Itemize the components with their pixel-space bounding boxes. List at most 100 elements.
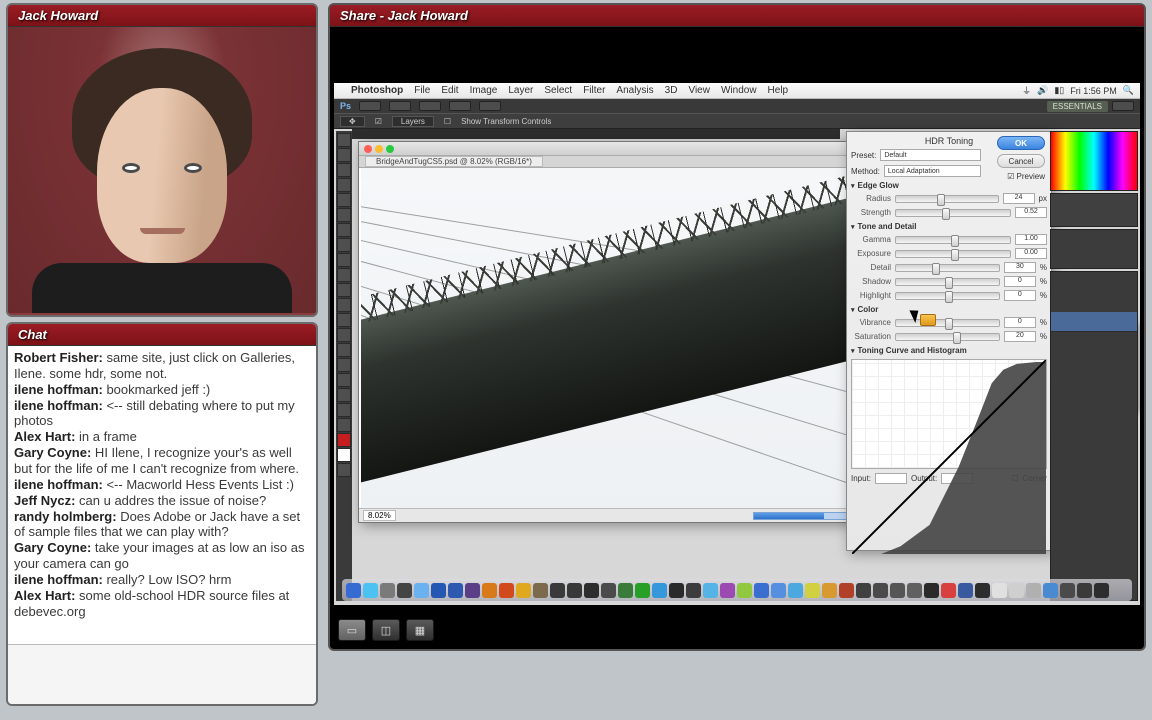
zoom-level-button[interactable] xyxy=(419,101,441,111)
menu-analysis[interactable]: Analysis xyxy=(616,85,653,96)
detail-slider[interactable] xyxy=(895,264,1000,272)
adjustments-panel[interactable] xyxy=(1050,229,1138,269)
section-tone-detail[interactable]: Tone and Detail xyxy=(851,222,1047,231)
history-brush-tool[interactable] xyxy=(337,268,351,282)
arrange-docs-button[interactable] xyxy=(449,101,471,111)
dock-app-24[interactable] xyxy=(754,583,769,598)
dock-app-11[interactable] xyxy=(533,583,548,598)
dodge-tool[interactable] xyxy=(337,328,351,342)
layer-row[interactable] xyxy=(1051,312,1137,332)
shape-tool[interactable] xyxy=(337,388,351,402)
dock-app-32[interactable] xyxy=(890,583,905,598)
dock-app-14[interactable] xyxy=(584,583,599,598)
color-panel[interactable] xyxy=(1050,131,1138,191)
zoom-tool[interactable] xyxy=(337,418,351,432)
saturation-value[interactable]: 20 xyxy=(1004,331,1036,342)
dock-app-40[interactable] xyxy=(1026,583,1041,598)
dock-app-20[interactable] xyxy=(686,583,701,598)
gamma-value[interactable]: 1.00 xyxy=(1015,234,1047,245)
highlight-slider[interactable] xyxy=(895,292,1000,300)
dock-app-38[interactable] xyxy=(992,583,1007,598)
saturation-slider[interactable] xyxy=(895,333,1000,341)
section-edge-glow[interactable]: Edge Glow xyxy=(851,181,1047,190)
dock-app-0[interactable] xyxy=(346,583,361,598)
view-grid-button[interactable]: ▦ xyxy=(406,619,434,641)
stamp-tool[interactable] xyxy=(337,253,351,267)
wifi-icon[interactable]: ⏚ xyxy=(1022,84,1031,97)
menu-edit[interactable]: Edit xyxy=(441,85,458,96)
dock-app-3[interactable] xyxy=(397,583,412,598)
method-dropdown[interactable]: Local Adaptation xyxy=(884,165,981,177)
zoom-field[interactable]: 8.02% xyxy=(363,510,396,521)
vibrance-slider[interactable] xyxy=(895,319,1000,327)
dock-app-15[interactable] xyxy=(601,583,616,598)
healing-tool[interactable] xyxy=(337,223,351,237)
doc-titlebar[interactable] xyxy=(359,142,887,156)
launch-bridge-button[interactable] xyxy=(359,101,381,111)
dock-app-21[interactable] xyxy=(703,583,718,598)
menu-3d[interactable]: 3D xyxy=(665,85,678,96)
hand-tool[interactable] xyxy=(337,403,351,417)
dock-app-12[interactable] xyxy=(550,583,565,598)
dock-app-33[interactable] xyxy=(907,583,922,598)
dock-app-30[interactable] xyxy=(856,583,871,598)
dock-app-39[interactable] xyxy=(1009,583,1024,598)
spotlight-icon[interactable]: 🔍 xyxy=(1123,85,1134,96)
dock-app-16[interactable] xyxy=(618,583,633,598)
dock-app-7[interactable] xyxy=(465,583,480,598)
app-name[interactable]: Photoshop xyxy=(351,85,403,96)
preview-checkbox[interactable]: ☑ Preview xyxy=(1007,172,1045,181)
canvas[interactable] xyxy=(361,168,885,508)
dock-app-22[interactable] xyxy=(720,583,735,598)
clock[interactable]: Fri 1:56 PM xyxy=(1070,86,1117,96)
detail-value[interactable]: 30 xyxy=(1004,262,1036,273)
path-tool[interactable] xyxy=(337,373,351,387)
dock-app-28[interactable] xyxy=(822,583,837,598)
dock-app-35[interactable] xyxy=(941,583,956,598)
dock-app-5[interactable] xyxy=(431,583,446,598)
exposure-value[interactable]: 0.00 xyxy=(1015,248,1047,259)
blur-tool[interactable] xyxy=(337,313,351,327)
menu-image[interactable]: Image xyxy=(470,85,498,96)
doc-tab-active[interactable]: BridgeAndTugCS5.psd @ 8.02% (RGB/16*) xyxy=(365,156,543,167)
dock-app-1[interactable] xyxy=(363,583,378,598)
dock-app-13[interactable] xyxy=(567,583,582,598)
brush-tool[interactable] xyxy=(337,238,351,252)
menu-layer[interactable]: Layer xyxy=(508,85,533,96)
dock-app-6[interactable] xyxy=(448,583,463,598)
menu-window[interactable]: Window xyxy=(721,85,757,96)
dock-app-23[interactable] xyxy=(737,583,752,598)
dock-app-9[interactable] xyxy=(499,583,514,598)
dock-app-31[interactable] xyxy=(873,583,888,598)
radius-slider[interactable] xyxy=(895,195,999,203)
dock-app-29[interactable] xyxy=(839,583,854,598)
background-color[interactable] xyxy=(337,448,351,462)
preset-dropdown[interactable]: Default xyxy=(880,149,981,161)
menu-view[interactable]: View xyxy=(688,85,710,96)
dock-app-41[interactable] xyxy=(1043,583,1058,598)
view-extras-button[interactable] xyxy=(389,101,411,111)
auto-select-dropdown[interactable]: Layers xyxy=(392,116,434,127)
view-split-button[interactable]: ◫ xyxy=(372,619,400,641)
pen-tool[interactable] xyxy=(337,343,351,357)
chat-input[interactable] xyxy=(8,644,316,704)
battery-icon[interactable]: ▮▯ xyxy=(1054,85,1064,96)
type-tool[interactable] xyxy=(337,358,351,372)
move-tool[interactable] xyxy=(337,133,351,147)
foreground-color[interactable] xyxy=(337,433,351,447)
dock-app-36[interactable] xyxy=(958,583,973,598)
swatches-panel[interactable] xyxy=(1050,193,1138,227)
dock-app-10[interactable] xyxy=(516,583,531,598)
doc-tabs[interactable]: BridgeAndTugCS5.psd @ 8.02% (RGB/16*) xyxy=(359,156,887,168)
dock-app-37[interactable] xyxy=(975,583,990,598)
dock-app-8[interactable] xyxy=(482,583,497,598)
ok-button[interactable]: OK xyxy=(997,136,1045,150)
dock-app-26[interactable] xyxy=(788,583,803,598)
dock-app-17[interactable] xyxy=(635,583,650,598)
wand-tool[interactable] xyxy=(337,178,351,192)
dock-app-19[interactable] xyxy=(669,583,684,598)
menu-file[interactable]: File xyxy=(414,85,430,96)
radius-value[interactable]: 24 xyxy=(1003,193,1035,204)
menu-select[interactable]: Select xyxy=(544,85,572,96)
eraser-tool[interactable] xyxy=(337,283,351,297)
